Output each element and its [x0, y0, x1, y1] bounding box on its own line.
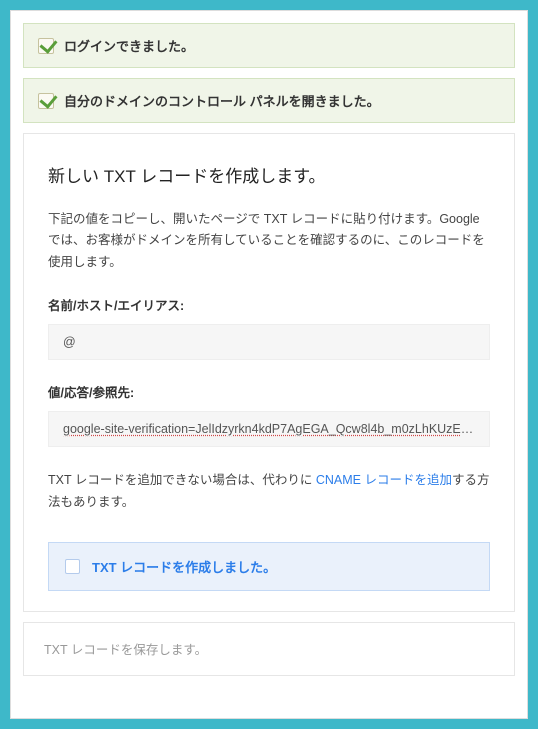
alt-prefix: TXT レコードを追加できない場合は、代わりに — [48, 473, 316, 487]
step-login-done: ログインできました。 — [23, 23, 515, 68]
card-title: 新しい TXT レコードを作成します。 — [48, 162, 490, 187]
name-field-value[interactable]: @ — [48, 324, 490, 360]
step-panel-done: 自分のドメインのコントロール パネルを開きました。 — [23, 78, 515, 123]
confirm-label: TXT レコードを作成しました。 — [92, 557, 276, 576]
check-icon — [38, 38, 54, 54]
checkbox-icon[interactable] — [65, 559, 80, 574]
check-icon — [38, 93, 54, 109]
alternative-method-text: TXT レコードを追加できない場合は、代わりに CNAME レコードを追加する方… — [48, 469, 490, 514]
confirm-created-box[interactable]: TXT レコードを作成しました。 — [48, 542, 490, 591]
step-login-label: ログインできました。 — [64, 36, 194, 55]
step-panel-label: 自分のドメインのコントロール パネルを開きました。 — [64, 91, 380, 110]
step-save-pending: TXT レコードを保存します。 — [23, 622, 515, 676]
txt-record-card: 新しい TXT レコードを作成します。 下記の値をコピーし、開いたページで TX… — [23, 133, 515, 612]
cname-link[interactable]: CNAME レコードを追加 — [316, 473, 452, 487]
wizard-frame: ログインできました。 自分のドメインのコントロール パネルを開きました。 新しい… — [10, 10, 528, 719]
name-field-label: 名前/ホスト/エイリアス: — [48, 295, 490, 314]
value-field-text: google-site-verification=JelIdzyrkn4kdP7… — [63, 422, 487, 436]
value-field-value[interactable]: google-site-verification=JelIdzyrkn4kdP7… — [48, 411, 490, 447]
pending-label: TXT レコードを保存します。 — [44, 643, 207, 657]
card-description: 下記の値をコピーし、開いたページで TXT レコードに貼り付けます。Google… — [48, 209, 490, 273]
value-field-label: 値/応答/参照先: — [48, 382, 490, 401]
